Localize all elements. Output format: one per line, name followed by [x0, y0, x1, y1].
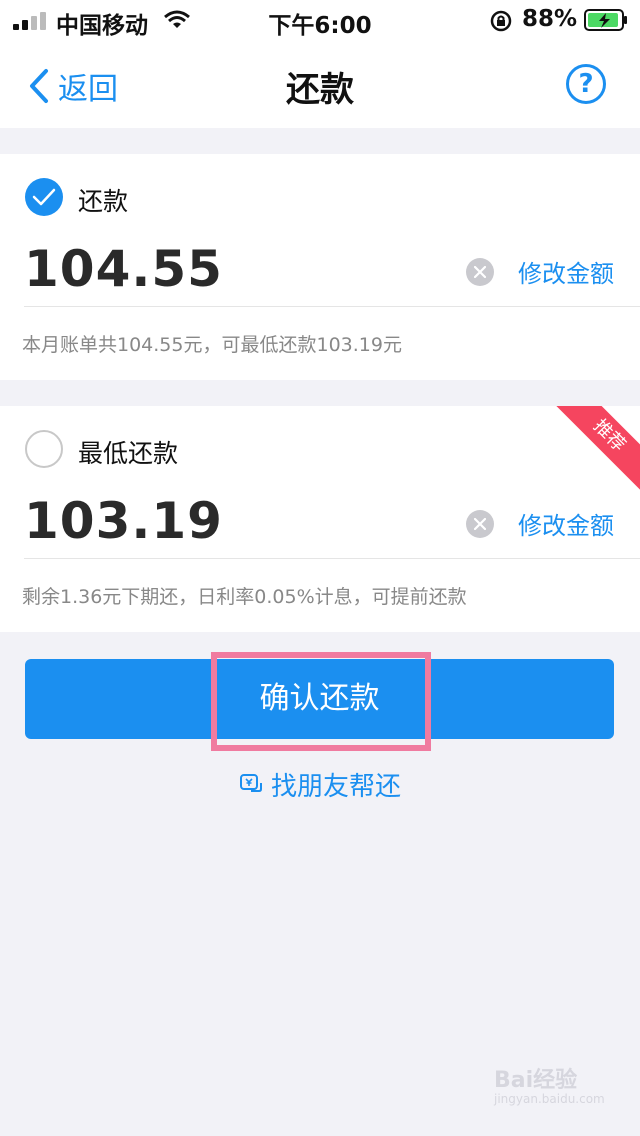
- status-bar: 中国移动 下午6:00 88%: [0, 0, 640, 40]
- repay-min-option[interactable]: 推荐 最低还款 103.19 修改金额 剩余1.36元下期还，日利率0.05%计…: [0, 406, 640, 632]
- ask-friend-label: 找朋友帮还: [270, 772, 401, 802]
- watermark-logo: Bai经验 jingyan.baidu.com: [494, 1062, 614, 1112]
- unchecked-radio-icon[interactable]: [25, 430, 63, 468]
- modify-amount-button[interactable]: 修改金额: [518, 254, 614, 289]
- repay-min-amount[interactable]: 103.19: [24, 492, 223, 550]
- close-icon: [474, 518, 486, 530]
- recommend-badge: 推荐: [551, 406, 640, 494]
- checked-radio-icon[interactable]: [25, 178, 63, 216]
- bill-hint: 本月账单共104.55元，可最低还款103.19元: [22, 334, 402, 356]
- watermark-text: Bai经验: [494, 1068, 578, 1093]
- close-icon: [474, 266, 486, 278]
- page-title: 还款: [286, 70, 354, 110]
- help-icon[interactable]: ?: [566, 64, 606, 104]
- ask-friend-link[interactable]: 找朋友帮还: [0, 766, 640, 803]
- highlight-box: [211, 652, 431, 751]
- interest-hint: 剩余1.36元下期还，日利率0.05%计息，可提前还款: [22, 586, 467, 608]
- battery-icon: [584, 9, 627, 31]
- clear-icon[interactable]: [466, 510, 494, 538]
- repay-full-amount[interactable]: 104.55: [24, 240, 223, 298]
- repay-full-option[interactable]: 还款 104.55 修改金额 本月账单共104.55元，可最低还款103.19元: [0, 154, 640, 380]
- divider: [24, 306, 640, 307]
- watermark-url: jingyan.baidu.com: [494, 1092, 605, 1106]
- repay-full-label: 还款: [78, 187, 129, 216]
- modify-amount-button[interactable]: 修改金额: [518, 506, 614, 541]
- rotation-lock-icon: [490, 10, 512, 32]
- divider: [24, 558, 640, 559]
- battery-percent: 88%: [522, 6, 578, 32]
- clear-icon[interactable]: [466, 258, 494, 286]
- checkmark-icon: [32, 188, 56, 206]
- repay-min-label: 最低还款: [78, 439, 179, 468]
- nav-bar: 返回 还款 ?: [0, 40, 640, 128]
- chat-money-icon: [239, 773, 262, 792]
